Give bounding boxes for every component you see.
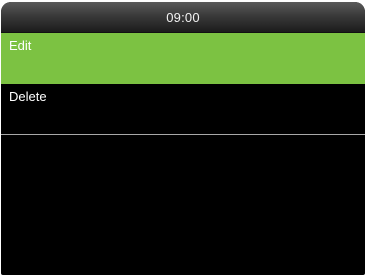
menu-item-label: Edit xyxy=(9,38,32,53)
menu-item-delete[interactable]: Delete xyxy=(1,84,365,135)
menu-item-edit[interactable]: Edit xyxy=(1,33,365,84)
menu-item-label: Delete xyxy=(9,89,47,104)
status-bar: 09:00 xyxy=(1,2,365,33)
device-screen: 09:00 Edit Delete xyxy=(1,2,365,275)
options-menu: Edit Delete xyxy=(1,33,365,135)
clock-time: 09:00 xyxy=(166,10,200,25)
